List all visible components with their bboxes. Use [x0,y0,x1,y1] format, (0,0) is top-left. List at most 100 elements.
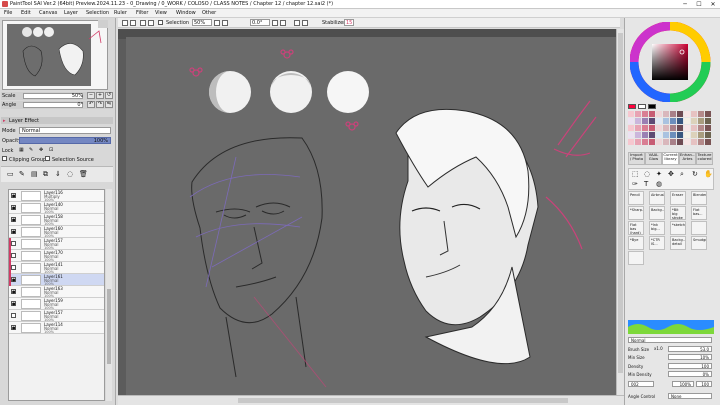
flip-vertical-icon[interactable] [302,20,308,26]
menu-file[interactable]: File [4,10,12,16]
merge-down-icon[interactable]: ⇓ [55,170,61,178]
density-slider[interactable]: 100 [668,363,712,369]
angle-slider[interactable] [23,102,83,108]
text-tool-icon[interactable]: T [644,180,648,188]
lasso-tool-icon[interactable]: ◌ [644,170,650,178]
layer-visibility-toggle[interactable] [11,313,16,318]
clear-layer-icon[interactable]: ◌ [67,170,73,178]
texture-scale-field[interactable]: 100% [672,381,694,387]
brush-tool-slot[interactable]: Flat bas... [691,206,707,220]
layer-visibility-toggle[interactable]: ● [11,289,16,294]
zoom-reset-icon[interactable]: ↺ [105,92,113,99]
brush-tool-slot[interactable]: *Sharp... [628,206,644,220]
brush-tool-slot[interactable]: *CTR IS... [649,236,665,250]
brush-tool-slot[interactable]: *Bye [628,236,644,250]
copy-layer-icon[interactable]: ⧉ [43,170,48,179]
rotate-tool-icon[interactable]: ↻ [692,170,698,178]
layer-visibility-toggle[interactable] [11,265,16,270]
min-size-slider[interactable]: 10% [668,354,712,360]
brush-size-multiplier[interactable]: x1.0 [654,346,663,351]
select-tool-icon[interactable]: ⬚ [632,170,639,178]
menu-edit[interactable]: Edit [21,10,31,16]
layer-row[interactable]: Layer157 Normal 100% [9,238,104,250]
rotate-cw-icon[interactable] [280,20,286,26]
navigator-preview[interactable] [2,20,108,90]
rotate-right-icon[interactable]: ↷ [96,101,104,108]
min-density-slider[interactable]: 0% [668,371,712,377]
layer-visibility-toggle[interactable]: ● [11,325,16,330]
canvas-vertical-scrollbar[interactable] [616,29,624,395]
brush-tool-slot[interactable] [691,221,707,235]
texture-strength-field[interactable]: 100 [696,381,712,387]
vertical-scroll-thumb[interactable] [618,33,623,373]
layer-visibility-toggle[interactable]: ● [11,277,16,282]
rotate-left-icon[interactable]: ↶ [87,101,95,108]
layer-row[interactable]: ● Layer140 Normal 100% [9,202,104,214]
layer-visibility-toggle[interactable]: ● [11,193,16,198]
brush-tool-slot[interactable]: Backg... detail [670,236,686,250]
magic-wand-icon[interactable]: ✦ [656,170,662,178]
brush-tool-slot[interactable]: Backg... [649,206,665,220]
deselect-icon[interactable] [140,20,146,26]
layer-row[interactable]: ● Layer160 Normal 100% [9,226,104,238]
layer-row[interactable]: ● Layer163 Normal 100% [9,286,104,298]
color-wheel[interactable] [630,22,716,102]
minimize-button[interactable]: ─ [678,0,692,9]
layer-row[interactable]: ● Layer159 Normal 100% [9,298,104,310]
menu-filter[interactable]: Filter [136,10,148,16]
rotate-ccw-icon[interactable] [272,20,278,26]
layer-scrollbar[interactable] [106,189,112,401]
new-layer-icon[interactable]: ▭ [7,170,14,178]
clipping-checkbox[interactable] [2,156,7,161]
primary-color-swatch[interactable] [628,104,636,109]
lock-transparency-icon[interactable]: ▦ [19,147,24,153]
new-linework-icon[interactable]: ✎ [19,170,25,178]
lock-pixels-icon[interactable]: ✎ [29,147,33,153]
layer-row[interactable]: Layer170 Normal 100% [9,250,104,262]
opacity-slider[interactable]: 100% [19,137,111,144]
layer-visibility-toggle[interactable]: ● [11,229,16,234]
zoom-in-icon[interactable]: + [96,92,104,99]
layer-effect-header[interactable]: ▸ Layer Effect [1,117,113,124]
brush-tab[interactable]: Current library [662,152,679,165]
navigator-close-icon[interactable] [98,20,108,28]
layer-row[interactable]: ● Layer114 Normal 100% [9,322,104,334]
brush-tab[interactable]: Import / Photo [628,152,645,165]
swatch-palette[interactable] [628,110,712,154]
move-tool-icon[interactable]: ✥ [668,170,674,178]
brush-blend-select[interactable]: Normal [628,337,712,343]
brush-tool-slot[interactable]: Airbrush [649,191,665,205]
zoom-field[interactable]: 50% [192,19,212,26]
horizontal-scroll-thumb[interactable] [238,398,568,403]
hand-tool-icon[interactable]: ✋ [704,170,713,178]
menu-selection[interactable]: Selection [86,10,109,16]
canvas-horizontal-scrollbar[interactable] [118,395,624,405]
layer-scrollbar-thumb[interactable] [107,289,111,364]
drawing-canvas[interactable] [126,37,616,395]
menu-canvas[interactable]: Canvas [39,10,57,16]
brush-tool-slot[interactable] [628,251,644,265]
layer-row[interactable]: Layer157 Normal 100% [9,310,104,322]
brush-tab[interactable]: Texture colored [696,152,713,165]
zoom-tool-icon[interactable]: ⌕ [680,170,684,179]
redo-icon[interactable] [130,20,136,26]
selection-source-checkbox[interactable] [45,156,50,161]
zoom-plus-icon[interactable] [222,20,228,26]
menu-layer[interactable]: Layer [64,10,78,16]
brush-tool-slot[interactable]: Smudge [691,236,707,250]
menu-ruler[interactable]: Ruler [114,10,127,16]
layer-visibility-toggle[interactable]: ● [11,217,16,222]
zoom-out-icon[interactable]: − [87,92,95,99]
brush-tool-slot[interactable]: Eraser [670,191,686,205]
new-folder-icon[interactable]: ▤ [31,170,38,178]
eyedropper-icon[interactable]: ✑ [632,180,638,188]
secondary-color-swatch[interactable] [638,104,646,109]
layer-visibility-toggle[interactable]: ● [11,205,16,210]
angle-control-select[interactable]: None [668,393,712,399]
layer-visibility-toggle[interactable]: ● [11,301,16,306]
show-selection-checkbox[interactable] [158,20,163,25]
close-button[interactable]: ✕ [706,0,720,9]
layer-row[interactable]: Layer141 Normal 100% [9,262,104,274]
undo-icon[interactable] [122,20,128,26]
maximize-button[interactable]: ☐ [692,0,706,9]
